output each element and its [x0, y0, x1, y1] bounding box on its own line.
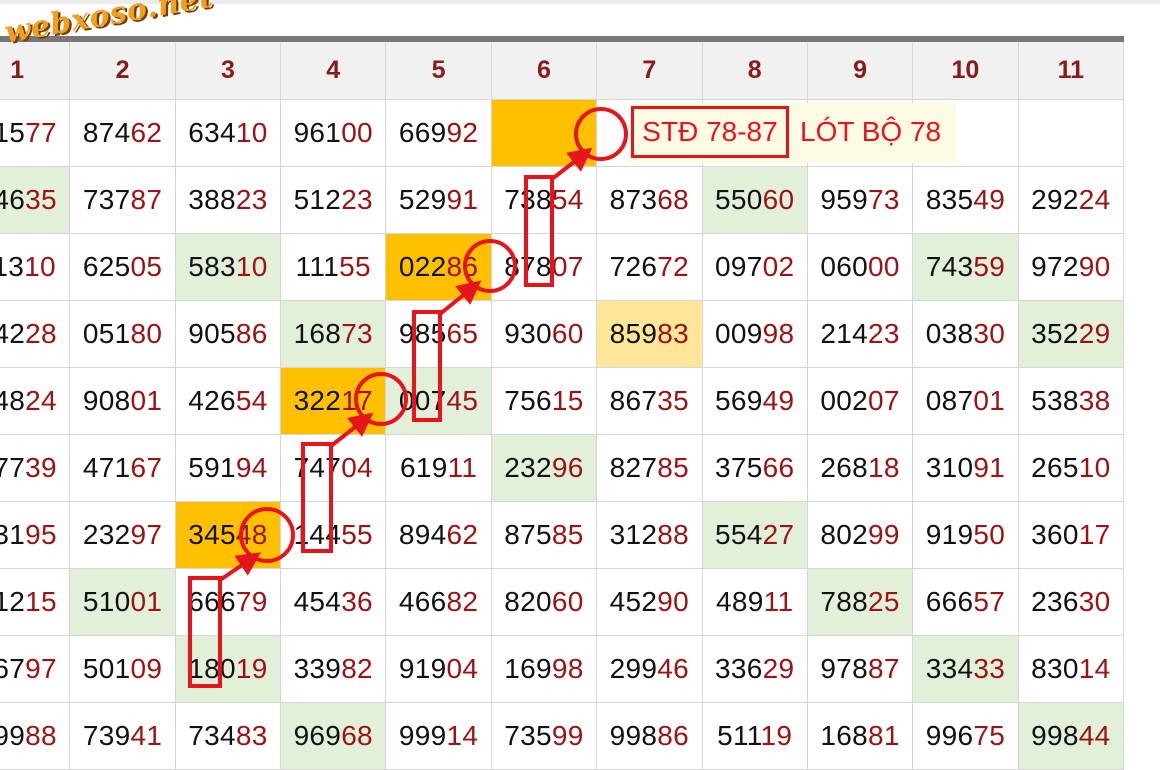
- arrow-1: [218, 552, 261, 582]
- arrow-4: [550, 147, 593, 181]
- marker-circle-row5: [354, 372, 408, 426]
- marker-circle-row7: [239, 507, 295, 563]
- arrow-3: [438, 280, 482, 316]
- marker-rect-col3: [188, 576, 222, 688]
- marker-rect-col6: [524, 175, 554, 287]
- pattern-overlay: [188, 107, 628, 688]
- marker-rect-col5: [412, 310, 442, 422]
- marker-rect-col4: [301, 442, 333, 553]
- marker-circle-row1: [574, 107, 628, 161]
- arrow-2: [329, 412, 374, 448]
- marker-circle-row3: [463, 239, 517, 293]
